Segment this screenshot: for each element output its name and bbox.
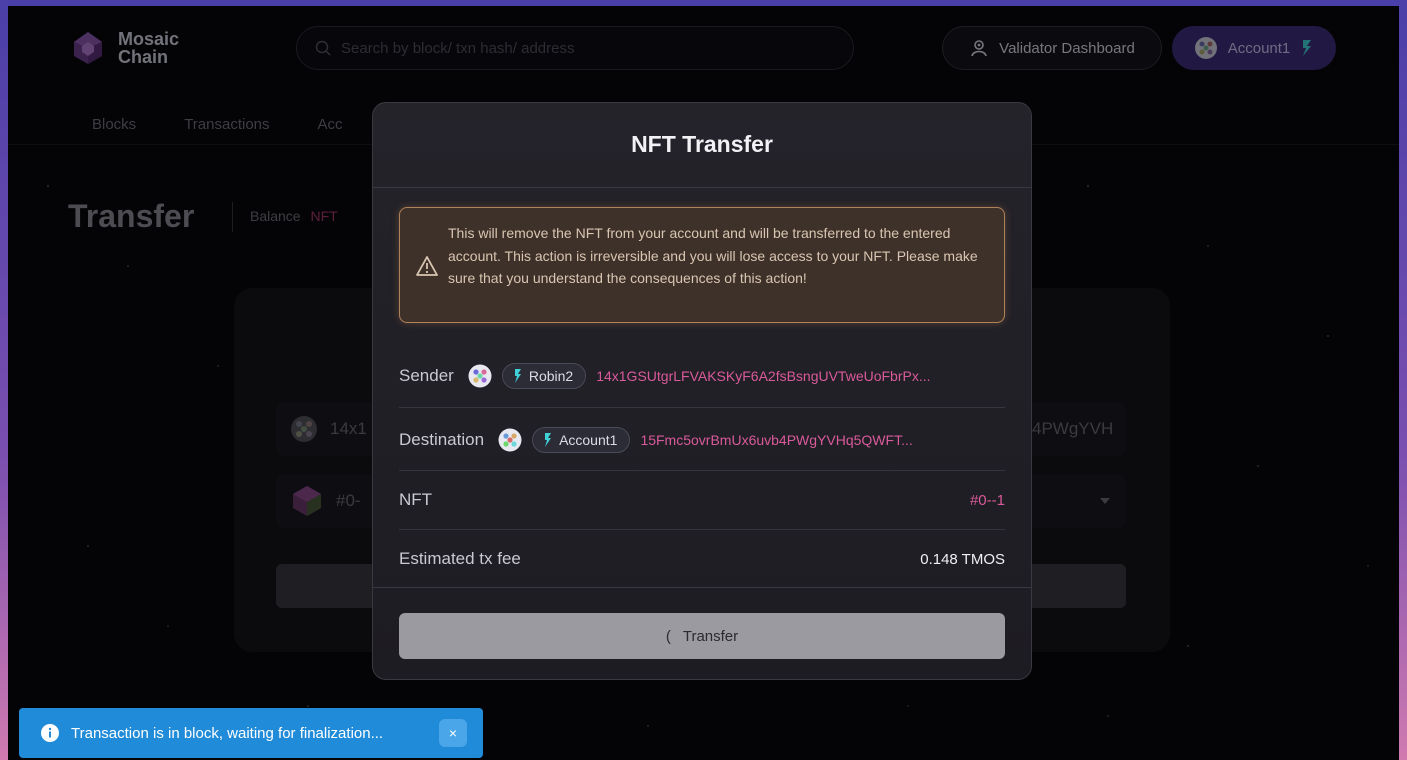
status-toast: Transaction is in block, waiting for fin… <box>19 708 483 758</box>
toast-close-button[interactable]: × <box>439 719 467 747</box>
substrate-logo-icon <box>514 369 521 383</box>
destination-address: 15Fmc5ovrBmUx6uvb4PWgYVHq5QWFT... <box>640 432 913 448</box>
sender-address: 14x1GSUtgrLFVAKSKyF6A2fsBsngUVTweUoFbrPx… <box>596 368 931 384</box>
modal-title: NFT Transfer <box>631 131 773 157</box>
toast-message: Transaction is in block, waiting for fin… <box>71 724 384 742</box>
fee-row: Estimated tx fee 0.148 TMOS <box>399 539 1005 579</box>
row-divider <box>399 529 1005 530</box>
loading-spinner-icon: ( <box>665 627 671 645</box>
app-window: Mosaic Chain Validator Dashboard Account… <box>8 6 1399 760</box>
info-icon <box>41 724 59 742</box>
close-icon: × <box>448 725 458 741</box>
destination-name: Account1 <box>559 432 618 448</box>
sender-avatar-icon <box>468 364 492 388</box>
substrate-logo-icon <box>545 433 552 447</box>
destination-label: Destination <box>399 430 485 449</box>
transfer-button-label: Transfer <box>682 627 739 645</box>
modal-footer-divider <box>373 587 1031 588</box>
sender-account-chip: Robin2 <box>501 363 587 389</box>
sender-name: Robin2 <box>528 368 574 384</box>
sender-row: Sender Robin2 14x1GSUtgrLFVAKSKyF6A2fsBs… <box>399 356 1005 396</box>
warning-text: This will remove the NFT from your accou… <box>448 225 978 286</box>
fee-label: Estimated tx fee <box>399 549 521 568</box>
destination-row: Destination Account1 15Fmc5ovrBmUx6uvb4P… <box>399 420 1005 460</box>
destination-avatar-icon <box>498 428 522 452</box>
warning-triangle-icon <box>416 256 438 276</box>
nft-transfer-modal: NFT Transfer This will remove the NFT fr… <box>372 102 1032 680</box>
nft-label: NFT <box>399 490 433 509</box>
destination-account-chip: Account1 <box>532 427 631 453</box>
warning-banner: This will remove the NFT from your accou… <box>399 207 1005 323</box>
nft-value: #0--1 <box>969 491 1005 509</box>
row-divider <box>399 470 1005 471</box>
fee-value: 0.148 TMOS <box>920 550 1005 568</box>
transfer-button[interactable]: ( Transfer <box>399 613 1005 659</box>
nft-row: NFT #0--1 <box>399 480 1005 520</box>
row-divider <box>399 407 1005 408</box>
sender-label: Sender <box>399 366 454 385</box>
modal-title-divider <box>373 187 1031 188</box>
